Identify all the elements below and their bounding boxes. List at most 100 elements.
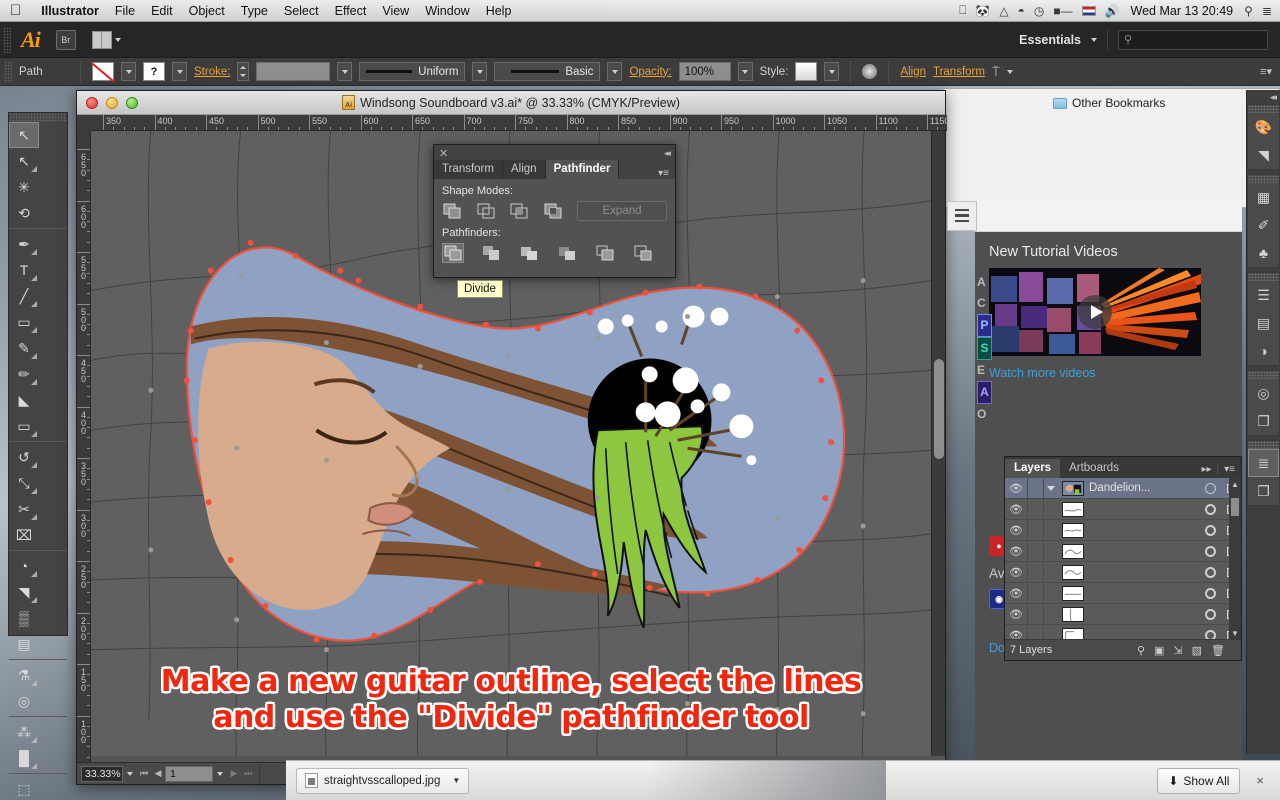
opacity-label[interactable]: Opacity: — [629, 66, 671, 78]
target-indicator[interactable] — [1199, 566, 1221, 578]
target-indicator[interactable] — [1199, 545, 1221, 557]
menu-type[interactable]: Type — [233, 4, 276, 18]
unite-icon[interactable] — [442, 201, 462, 221]
stroke-label[interactable]: Stroke: — [194, 66, 230, 78]
previous-artboard-icon[interactable]: ◀ — [151, 766, 165, 782]
dock-group-grip[interactable] — [1248, 273, 1279, 281]
scale-tool[interactable]: ⤡ — [9, 470, 39, 496]
isolate-selected-object-icon[interactable]: ⍑ — [992, 64, 1000, 80]
visibility-toggle-icon[interactable]: 👁 — [1005, 608, 1027, 621]
variable-width-profile[interactable]: Uniform — [359, 62, 466, 81]
expand-column[interactable] — [1043, 541, 1057, 561]
apple-icon[interactable]:  — [10, 3, 21, 18]
color-guide-panel-icon[interactable]: ◥ — [1248, 141, 1279, 169]
outline-icon[interactable] — [594, 243, 616, 263]
google-drive-icon[interactable]: △ — [999, 4, 1008, 18]
visibility-toggle-icon[interactable]: 👁 — [1005, 587, 1027, 600]
layers-panel-icon[interactable]: ≣ — [1248, 449, 1279, 477]
create-new-layer-icon[interactable]: ▧ — [1192, 644, 1202, 657]
chevron-down-icon[interactable] — [1046, 485, 1055, 491]
align-button[interactable]: Align — [900, 66, 926, 78]
menu-select[interactable]: Select — [276, 4, 327, 18]
menu-help[interactable]: Help — [478, 4, 520, 18]
selection-tool[interactable]: ↖ — [9, 122, 39, 148]
exclude-icon[interactable] — [543, 201, 563, 221]
target-indicator[interactable] — [1199, 503, 1221, 515]
recolor-artwork-icon[interactable] — [862, 64, 878, 79]
direct-selection-tool[interactable]: ↖ — [9, 148, 39, 174]
next-artboard-icon[interactable]: ▶ — [227, 766, 241, 782]
lock-column[interactable] — [1027, 562, 1043, 582]
layers-list[interactable]: 👁 Dandelion... 👁 👁 👁 👁 👁 👁 👁 — [1005, 478, 1241, 646]
expand-column[interactable] — [1043, 562, 1057, 582]
brushes-panel-icon[interactable]: ✐ — [1248, 211, 1279, 239]
panel-options-icon[interactable]: ▾≡ — [658, 168, 675, 179]
opacity-field[interactable]: 100% — [678, 62, 731, 81]
spotlight-search-icon[interactable]: ⚲ — [1244, 4, 1253, 18]
gradient-tool[interactable]: ▤ — [9, 631, 39, 657]
visibility-toggle-icon[interactable]: 👁 — [1005, 482, 1027, 495]
watch-more-videos-link[interactable]: Watch more videos — [975, 356, 1242, 380]
graphic-styles-panel-icon[interactable]: ❐ — [1248, 407, 1279, 435]
artboards-panel-icon[interactable]: ❐ — [1248, 477, 1279, 505]
width-tool[interactable]: ✂ — [9, 496, 39, 522]
fill-swatch[interactable] — [92, 62, 114, 81]
menu-object[interactable]: Object — [181, 4, 233, 18]
paintbrush-tool[interactable]: ✎ — [9, 335, 39, 361]
type-tool[interactable]: T — [9, 257, 39, 283]
stroke-weight-field[interactable] — [256, 62, 331, 81]
tab-transform[interactable]: Transform — [434, 160, 503, 179]
stroke-panel-icon[interactable]: ☰ — [1248, 281, 1279, 309]
table-row[interactable]: 👁 — [1005, 541, 1241, 562]
style-dropdown[interactable] — [824, 62, 840, 81]
zoom-dropdown[interactable] — [123, 766, 137, 782]
tutorial-video-thumbnail[interactable] — [989, 268, 1201, 356]
go-to-bridge-button[interactable]: Br — [55, 29, 76, 50]
trim-icon[interactable] — [480, 243, 502, 263]
layers-scrollbar[interactable]: ▲ ▼ — [1229, 478, 1241, 639]
tab-align[interactable]: Align — [502, 160, 546, 179]
tools-panel-grip[interactable] — [9, 113, 67, 122]
blob-brush-tool[interactable]: ◣ — [9, 387, 39, 413]
table-row[interactable]: 👁 — [1005, 520, 1241, 541]
appbar-grip[interactable] — [3, 26, 11, 53]
layer-name[interactable]: Dandelion... — [1089, 482, 1199, 494]
visibility-toggle-icon[interactable]: 👁 — [1005, 566, 1027, 579]
expand-column[interactable] — [1043, 499, 1057, 519]
clock[interactable]: Wed Mar 13 20:49 — [1129, 4, 1236, 18]
target-indicator[interactable] — [1199, 524, 1221, 536]
table-row[interactable]: 👁 — [1005, 604, 1241, 625]
panel-options-icon[interactable]: ▾≡ — [1224, 464, 1235, 475]
minus-back-icon[interactable] — [632, 243, 654, 263]
appearance-panel-icon[interactable]: ◎ — [1248, 379, 1279, 407]
lock-column[interactable] — [1027, 499, 1043, 519]
target-indicator[interactable] — [1199, 608, 1221, 620]
symbol-sprayer-tool[interactable]: ⁂ — [9, 719, 39, 745]
gradient-panel-icon[interactable]: ▤ — [1248, 309, 1279, 337]
dock-group-grip[interactable] — [1248, 105, 1279, 113]
arrange-chevron-down-icon[interactable] — [114, 37, 121, 42]
table-row[interactable]: 👁 — [1005, 499, 1241, 520]
minus-front-icon[interactable] — [476, 201, 496, 221]
artboard-number-field[interactable]: 1 — [165, 765, 213, 782]
expand-button[interactable]: Expand — [577, 201, 667, 221]
create-new-sublayer-icon[interactable]: ⇲ — [1173, 644, 1182, 657]
fill-dropdown[interactable] — [121, 62, 136, 81]
column-graph-tool[interactable]: █ — [9, 745, 39, 771]
download-item[interactable]: straightvsscalloped.jpg ▼ — [296, 767, 470, 794]
merge-icon[interactable] — [518, 243, 540, 263]
more-options-chevron-down-icon[interactable] — [1006, 69, 1013, 74]
vertical-ruler[interactable]: 650 600 550 500 450 400 350 300 250 200 150 100 — [77, 131, 91, 770]
delete-selection-icon[interactable]: 🗑 — [1211, 644, 1225, 657]
battery-icon[interactable]: ■― — [1053, 4, 1072, 18]
pen-tool[interactable]: ✒ — [9, 231, 39, 257]
rotate-tool[interactable]: ↺ — [9, 444, 39, 470]
rectangle-tool[interactable]: ▭ — [9, 309, 39, 335]
document-titlebar[interactable]: Ai Windsong Soundboard v3.ai* @ 33.33% (… — [77, 91, 945, 115]
notification-center-icon[interactable]: ≣ — [1262, 4, 1272, 18]
brush-dropdown[interactable] — [607, 62, 623, 81]
free-transform-tool[interactable]: ⌧ — [9, 522, 39, 548]
time-machine-icon[interactable]: ◷ — [1034, 4, 1044, 18]
stroke-dropdown[interactable] — [172, 62, 187, 81]
show-all-downloads-button[interactable]: ⬇ Show All — [1157, 767, 1241, 794]
